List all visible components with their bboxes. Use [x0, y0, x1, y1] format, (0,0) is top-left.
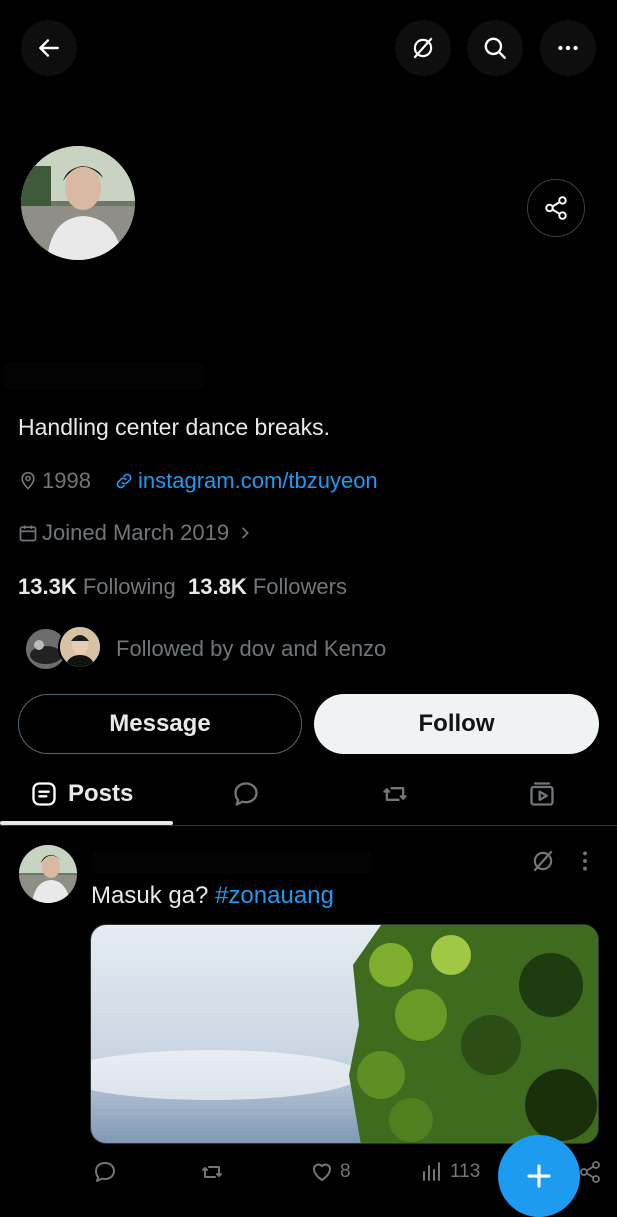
profile-bio: Handling center dance breaks. [18, 414, 330, 440]
follow-button[interactable]: Follow [314, 694, 599, 754]
more-button[interactable] [540, 20, 596, 76]
views-icon [423, 1162, 440, 1181]
chevron-right-icon [242, 527, 249, 539]
following-label: Following [82, 574, 176, 599]
message-button[interactable]: Message [18, 694, 302, 754]
grok-button[interactable] [395, 20, 451, 76]
grok-icon [413, 37, 433, 59]
repost-icon [202, 1166, 222, 1178]
views-action[interactable]: 113 [420, 1160, 480, 1184]
reply-action[interactable] [93, 1160, 123, 1184]
tab-posts-label: Posts [68, 780, 134, 807]
followed-by-text[interactable]: Followed by dov and Kenzo [116, 636, 386, 662]
post-text: Masuk ga? #zonauang [91, 882, 334, 910]
plus-icon [527, 1164, 551, 1188]
reply-icon [95, 1162, 115, 1182]
repost-icon [383, 787, 407, 801]
tabs-divider [0, 825, 617, 826]
share-icon [545, 196, 567, 220]
tab-replies[interactable] [232, 766, 260, 822]
search-icon [484, 37, 506, 59]
follower-avatar-2 [58, 625, 102, 669]
location-text: 1998 [42, 468, 91, 493]
followers-stat[interactable]: 13.8K Followers [188, 574, 347, 599]
profile-location: 1998 [18, 468, 91, 494]
like-count: 8 [340, 1161, 351, 1182]
calendar-icon [19, 525, 37, 542]
like-action[interactable]: 8 [310, 1160, 351, 1184]
followers-label: Followers [252, 574, 347, 599]
share-button[interactable] [527, 179, 585, 237]
back-button[interactable] [21, 20, 77, 76]
post-body: Masuk ga? [91, 882, 209, 909]
post-author-name-redacted [92, 852, 372, 874]
post-more-button[interactable] [565, 836, 605, 886]
profile-joined[interactable]: Joined March 2019 [18, 520, 257, 546]
following-count: 13.3K [18, 574, 77, 599]
compose-button[interactable] [498, 1135, 580, 1217]
link-icon [116, 473, 132, 489]
replies-icon [234, 782, 258, 806]
grok-icon [533, 850, 553, 872]
followers-count: 13.8K [188, 574, 247, 599]
more-vertical-icon [583, 851, 587, 871]
post-hashtag[interactable]: #zonauang [215, 882, 334, 909]
posts-icon [32, 782, 56, 806]
search-button[interactable] [467, 20, 523, 76]
joined-text: Joined March 2019 [42, 520, 230, 545]
following-stat[interactable]: 13.3K Following [18, 574, 176, 599]
website-link[interactable]: instagram.com/tbzuyeon [138, 468, 378, 494]
post-grok-button[interactable] [518, 836, 568, 886]
tab-media[interactable] [528, 766, 556, 822]
tab-posts[interactable]: Posts [30, 766, 133, 822]
profile-stats: 13.3K Following 13.8K Followers [18, 574, 347, 600]
view-count: 113 [450, 1161, 481, 1182]
profile-avatar[interactable] [18, 143, 138, 263]
share-icon [580, 1161, 600, 1183]
arrow-left-icon [39, 39, 59, 57]
media-icon [530, 782, 554, 806]
heart-icon [313, 1163, 331, 1181]
post-media-image[interactable] [90, 924, 599, 1144]
profile-website[interactable]: instagram.com/tbzuyeon [114, 468, 378, 494]
tab-reposts[interactable] [381, 766, 409, 822]
display-name-redacted [4, 362, 204, 390]
location-pin-icon [21, 471, 35, 490]
more-horizontal-icon [558, 45, 578, 51]
repost-action[interactable] [200, 1160, 230, 1184]
share-action[interactable] [578, 1160, 608, 1184]
post-author-avatar[interactable] [19, 845, 77, 903]
